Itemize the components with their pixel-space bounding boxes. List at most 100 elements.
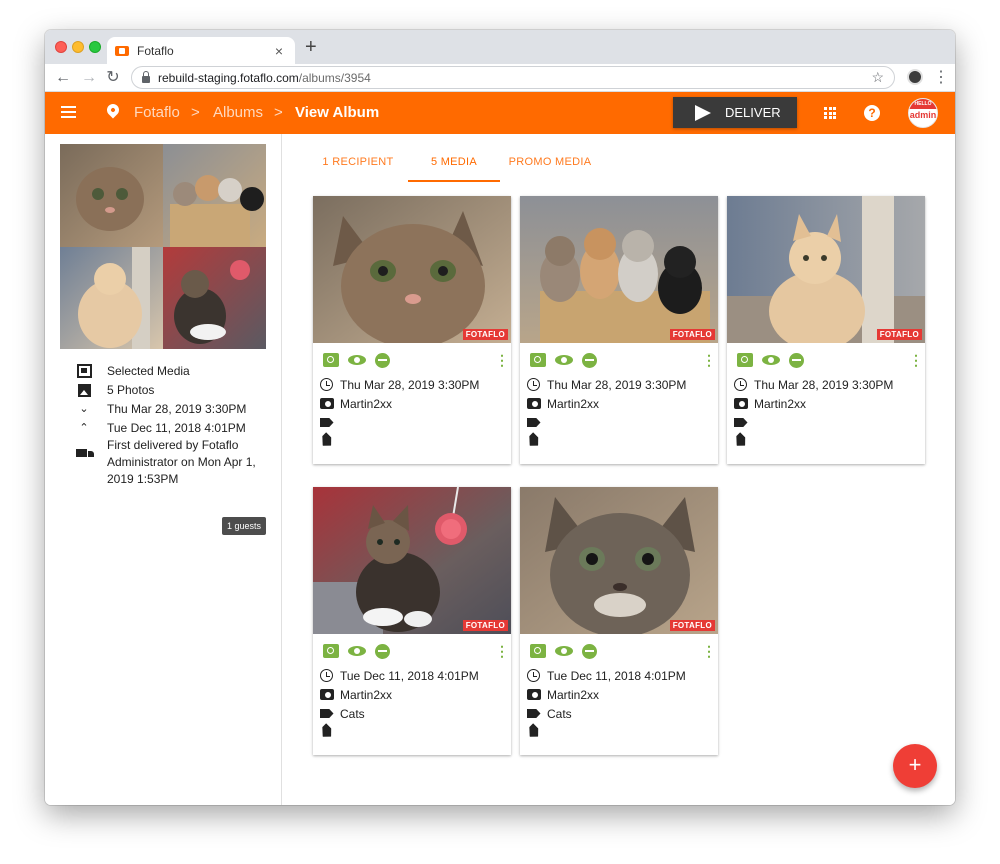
card-label-row	[526, 415, 547, 430]
media-thumbnail[interactable]: FOTAFLO	[313, 196, 511, 343]
media-card[interactable]: FOTAFLO ⋮ Thu Mar 28, 2019 3:30PM Martin…	[727, 196, 925, 464]
chevron-up-icon: ⌃	[79, 422, 89, 434]
hamburger-menu-icon[interactable]	[61, 106, 76, 118]
more-vert-icon[interactable]: ⋮	[909, 352, 923, 368]
card-date-row: Thu Mar 28, 2019 3:30PM	[733, 377, 893, 392]
card-date: Thu Mar 28, 2019 3:30PM	[754, 377, 894, 392]
remove-icon[interactable]	[375, 353, 390, 368]
zoom-icon[interactable]	[323, 644, 339, 658]
tags-icon[interactable]	[318, 432, 336, 450]
zoom-icon[interactable]	[530, 644, 546, 658]
guests-badge[interactable]: 1 guests	[222, 517, 267, 535]
address-bar[interactable]: rebuild-staging.fotaflo.com/albums/3954 …	[131, 66, 895, 89]
close-window-button[interactable]	[55, 41, 67, 53]
card-photographer: Martin2xx	[547, 396, 600, 411]
tab-close-icon[interactable]: ×	[271, 43, 287, 59]
eye-icon[interactable]	[555, 646, 573, 656]
clock-icon	[527, 669, 540, 682]
breadcrumb-albums[interactable]: Albums	[213, 104, 263, 122]
back-button[interactable]: ←	[53, 68, 73, 88]
remove-icon[interactable]	[582, 353, 597, 368]
media-thumbnail[interactable]: FOTAFLO	[727, 196, 925, 343]
media-thumbnail[interactable]: FOTAFLO	[313, 487, 511, 634]
selected-media-label: Selected Media	[107, 364, 190, 378]
zoom-icon[interactable]	[737, 353, 753, 367]
browser-menu-icon[interactable]: ⋮	[933, 67, 949, 87]
browser-tab[interactable]: Fotaflo ×	[107, 37, 295, 64]
photo-count: 5 Photos	[107, 383, 155, 397]
eye-icon[interactable]	[762, 355, 780, 365]
remove-icon[interactable]	[582, 644, 597, 659]
zoom-icon[interactable]	[530, 353, 546, 367]
minimize-window-button[interactable]	[72, 41, 84, 53]
card-photographer: Martin2xx	[340, 687, 393, 702]
tags-icon[interactable]	[732, 432, 750, 450]
extension-icon[interactable]	[907, 69, 923, 85]
new-tab-button[interactable]: +	[305, 37, 317, 57]
apps-grid-icon[interactable]	[824, 107, 836, 119]
more-vert-icon[interactable]: ⋮	[702, 643, 716, 659]
card-actions: ⋮	[323, 643, 509, 660]
app-bar: Fotaflo > Albums > View Album DELIVER ? …	[45, 92, 955, 134]
album-main: 1 RECIPIENT 5 MEDIA PROMO MEDIA FOTAFLO	[283, 134, 955, 805]
collage-image	[60, 144, 266, 349]
card-tags-row	[319, 433, 340, 448]
tags-icon[interactable]	[525, 432, 543, 450]
card-photographer-row: Martin2xx	[733, 396, 806, 411]
eye-icon[interactable]	[348, 355, 366, 365]
media-card[interactable]: FOTAFLO ⋮ Thu Mar 28, 2019 3:30PM Martin…	[313, 196, 511, 464]
help-icon[interactable]: ?	[864, 105, 880, 121]
add-media-button[interactable]: +	[893, 744, 937, 788]
bookmark-star-icon[interactable]: ☆	[871, 69, 884, 86]
card-date-row: Thu Mar 28, 2019 3:30PM	[526, 377, 686, 392]
fotaflo-watermark: FOTAFLO	[462, 620, 508, 631]
deliver-button[interactable]: DELIVER	[673, 97, 797, 128]
media-card[interactable]: FOTAFLO ⋮ Tue Dec 11, 2018 4:01PM Martin…	[313, 487, 511, 755]
fotaflo-watermark: FOTAFLO	[876, 329, 922, 340]
card-tags-row	[526, 433, 547, 448]
forward-button[interactable]: →	[79, 68, 99, 88]
zoom-icon[interactable]	[323, 353, 339, 367]
more-vert-icon[interactable]: ⋮	[495, 352, 509, 368]
avatar[interactable]: HELLO admin	[908, 98, 938, 128]
media-thumbnail[interactable]: FOTAFLO	[520, 196, 718, 343]
tab-media[interactable]: 5 MEDIA	[408, 150, 500, 182]
avatar-name: admin	[909, 110, 937, 120]
tab-strip: Fotaflo × +	[45, 30, 955, 64]
card-date: Tue Dec 11, 2018 4:01PM	[547, 668, 686, 683]
fotaflo-watermark: FOTAFLO	[669, 329, 715, 340]
date-down-row: ⌄ Thu Mar 28, 2019 3:30PM	[76, 401, 246, 418]
url-host: rebuild-staging.fotaflo.com	[158, 70, 299, 85]
card-label: Cats	[547, 706, 572, 721]
remove-icon[interactable]	[375, 644, 390, 659]
media-card[interactable]: FOTAFLO ⋮ Tue Dec 11, 2018 4:01PM Martin…	[520, 487, 718, 755]
breadcrumb-fotaflo[interactable]: Fotaflo	[134, 104, 180, 122]
fotaflo-watermark: FOTAFLO	[669, 620, 715, 631]
card-date-row: Thu Mar 28, 2019 3:30PM	[319, 377, 479, 392]
more-vert-icon[interactable]: ⋮	[495, 643, 509, 659]
eye-icon[interactable]	[348, 646, 366, 656]
album-cover-collage[interactable]	[60, 144, 266, 349]
maximize-window-button[interactable]	[89, 41, 101, 53]
media-card[interactable]: FOTAFLO ⋮ Thu Mar 28, 2019 3:30PM Martin…	[520, 196, 718, 464]
delivered-line-2: Administrator on Mon Apr 1,	[107, 455, 256, 469]
tab-promo-media[interactable]: PROMO MEDIA	[500, 150, 600, 182]
card-tags-row	[319, 724, 340, 739]
card-photographer: Martin2xx	[547, 687, 600, 702]
url-text[interactable]: rebuild-staging.fotaflo.com/albums/3954	[158, 71, 871, 85]
tags-icon[interactable]	[525, 723, 543, 741]
remove-icon[interactable]	[789, 353, 804, 368]
eye-icon[interactable]	[555, 355, 573, 365]
date-down: Thu Mar 28, 2019 3:30PM	[107, 402, 247, 416]
card-tags-row	[526, 724, 547, 739]
tab-recipients[interactable]: 1 RECIPIENT	[308, 150, 408, 182]
kitten-photo	[727, 196, 925, 343]
card-label-row	[319, 415, 340, 430]
more-vert-icon[interactable]: ⋮	[702, 352, 716, 368]
breadcrumb-separator: >	[274, 104, 283, 121]
tab-title: Fotaflo	[137, 43, 174, 58]
reload-button[interactable]: ↻	[103, 68, 123, 88]
browser-toolbar: ← → ↻ rebuild-staging.fotaflo.com/albums…	[45, 64, 955, 92]
media-thumbnail[interactable]: FOTAFLO	[520, 487, 718, 634]
tags-icon[interactable]	[318, 723, 336, 741]
